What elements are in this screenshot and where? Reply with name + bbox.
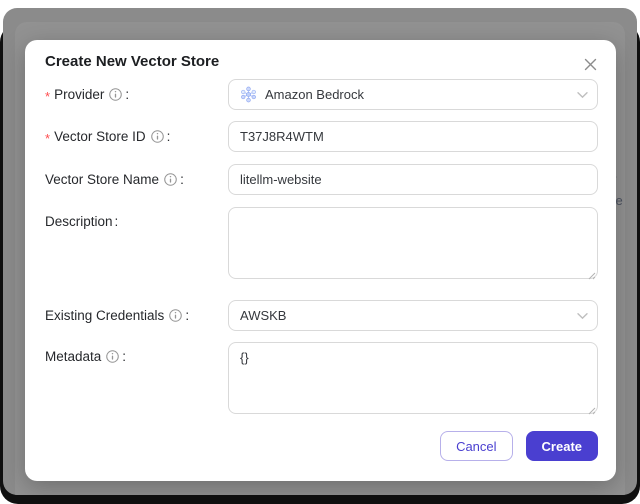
bedrock-icon	[240, 86, 257, 103]
field-row-existing-credentials: Existing Credentials : AWSKB	[45, 300, 598, 331]
close-icon	[584, 58, 596, 70]
vector-store-id-label: * Vector Store ID :	[45, 129, 171, 146]
existing-credentials-select-value: AWSKB	[240, 308, 287, 323]
provider-select-value: Amazon Bedrock	[265, 87, 364, 102]
field-row-vector-store-name: Vector Store Name :	[45, 164, 598, 195]
close-button[interactable]	[579, 53, 601, 75]
info-icon[interactable]	[164, 173, 177, 186]
description-textarea[interactable]	[228, 207, 598, 279]
provider-label: * Provider :	[45, 87, 130, 104]
info-icon[interactable]	[150, 130, 164, 143]
info-icon[interactable]	[106, 350, 120, 363]
resize-handle[interactable]	[586, 402, 596, 415]
chevron-down-icon	[577, 91, 588, 98]
provider-select[interactable]: Amazon Bedrock	[228, 79, 598, 110]
create-button[interactable]: Create	[525, 431, 598, 461]
info-icon[interactable]	[169, 309, 183, 322]
resize-handle[interactable]	[586, 267, 596, 280]
existing-credentials-select[interactable]: AWSKB	[228, 300, 598, 331]
metadata-label: Metadata :	[45, 349, 127, 364]
field-row-description: Description :	[45, 207, 598, 280]
info-icon[interactable]	[109, 88, 123, 101]
vector-store-id-input[interactable]	[228, 121, 598, 152]
create-vector-store-modal: Create New Vector Store * Provider : Ama…	[25, 40, 616, 481]
description-label: Description :	[45, 214, 119, 229]
modal-title: Create New Vector Store	[45, 53, 220, 70]
required-mark: *	[45, 88, 51, 104]
vector-store-name-input[interactable]	[228, 164, 598, 195]
vector-store-name-label: Vector Store Name :	[45, 172, 184, 187]
field-row-provider: * Provider : Amazon Bedrock	[45, 79, 598, 110]
chevron-down-icon	[577, 312, 588, 319]
cancel-button[interactable]: Cancel	[440, 431, 513, 461]
field-row-vector-store-id: * Vector Store ID :	[45, 121, 598, 152]
field-row-metadata: Metadata :	[45, 342, 598, 415]
modal-footer: Cancel Create	[440, 431, 598, 461]
metadata-textarea[interactable]	[228, 342, 598, 414]
required-mark: *	[45, 130, 51, 146]
existing-credentials-label: Existing Credentials :	[45, 308, 190, 323]
